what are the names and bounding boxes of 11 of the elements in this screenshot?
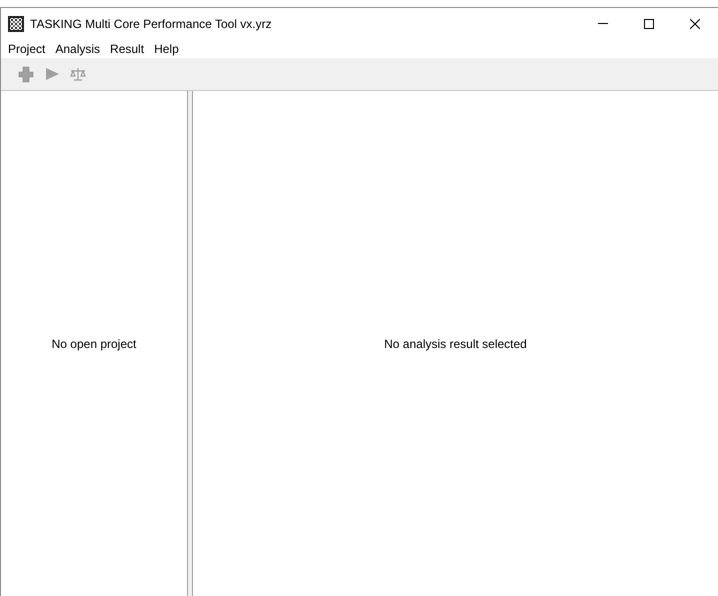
maximize-icon bbox=[644, 18, 654, 28]
window-title: TASKING Multi Core Performance Tool vx.yrz bbox=[30, 16, 272, 32]
empty-message: No open project bbox=[52, 336, 136, 352]
menu-item[interactable]: Result bbox=[105, 40, 150, 58]
empty-message: No analysis result selected bbox=[384, 336, 527, 352]
app-icon bbox=[8, 16, 24, 32]
menu-item[interactable]: Analysis bbox=[50, 40, 106, 58]
close-icon bbox=[690, 18, 700, 28]
menu-item[interactable]: Help bbox=[149, 40, 184, 58]
minimize-icon bbox=[598, 23, 608, 24]
menu-item[interactable]: Project bbox=[3, 40, 50, 58]
